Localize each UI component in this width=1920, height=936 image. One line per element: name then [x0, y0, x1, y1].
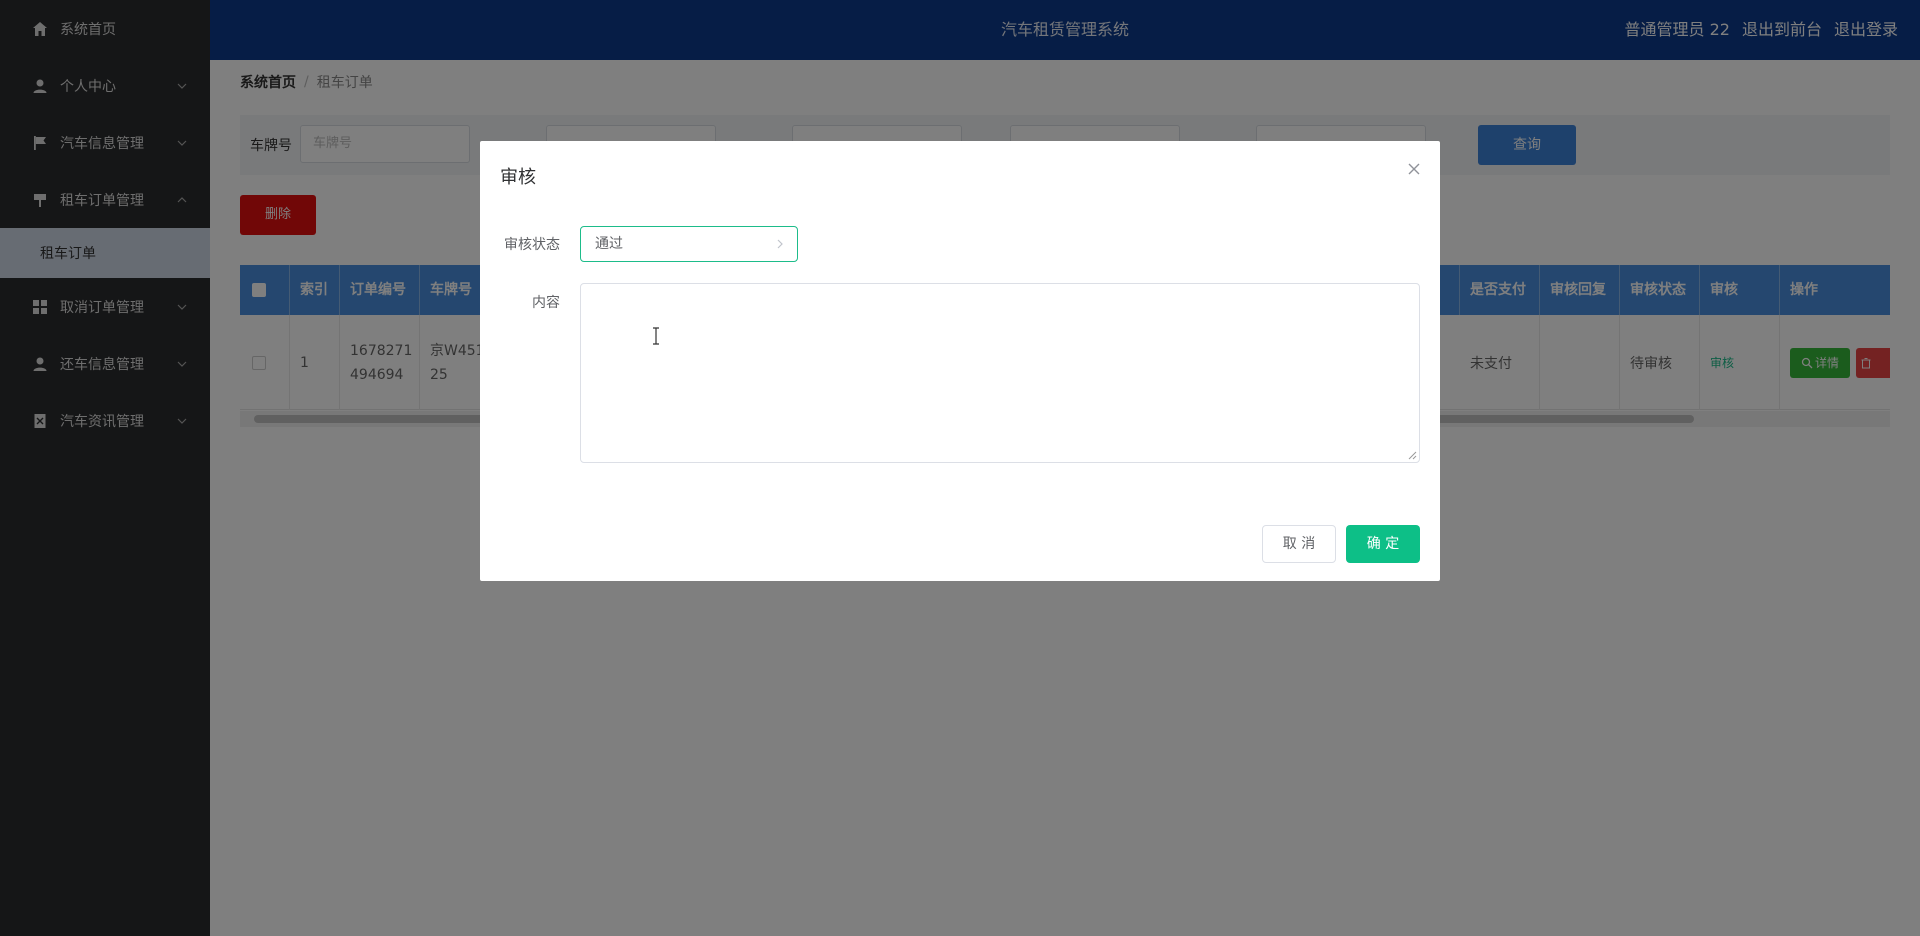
resize-handle-icon[interactable]: [1407, 450, 1417, 460]
chevron-right-icon: [777, 239, 783, 249]
status-select-value: 通过: [595, 236, 623, 252]
confirm-button[interactable]: 确 定: [1346, 525, 1420, 563]
review-dialog: 审核 审核状态 通过 内容 取 消 确 定: [480, 141, 1440, 581]
content-textarea[interactable]: [580, 283, 1420, 463]
close-icon[interactable]: [1406, 161, 1422, 177]
status-select[interactable]: 通过: [580, 226, 798, 262]
status-field-label: 审核状态: [504, 237, 560, 253]
cancel-button[interactable]: 取 消: [1262, 525, 1336, 563]
dialog-title: 审核: [500, 167, 536, 188]
text-cursor-icon: [653, 327, 659, 345]
content-field-label: 内容: [532, 295, 560, 311]
